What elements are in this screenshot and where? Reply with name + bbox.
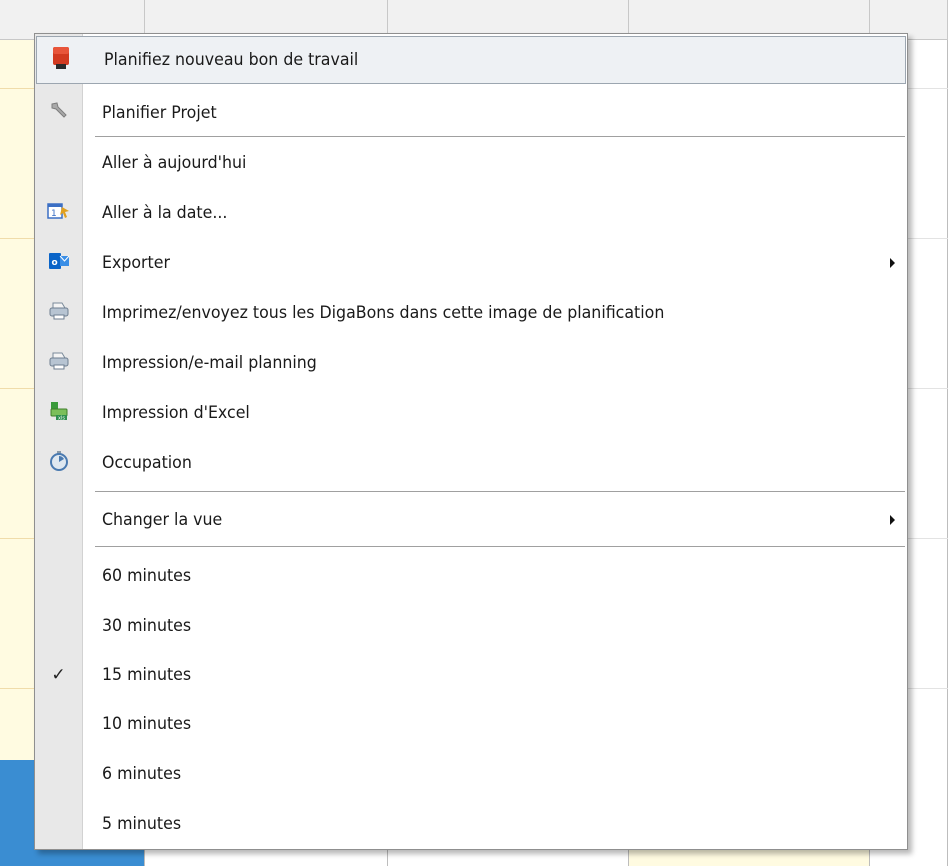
menu-item-print-all-digabons[interactable]: Imprimez/envoyez tous les DigaBons dans … bbox=[35, 289, 907, 337]
menu-item-interval-15[interactable]: ✓ 15 minutes bbox=[35, 651, 907, 699]
menu-item-print-email-planning[interactable]: Impression/e-mail planning bbox=[35, 339, 907, 387]
menu-item-label: Planifiez nouveau bon de travail bbox=[104, 50, 359, 70]
menu-item-label: 15 minutes bbox=[102, 665, 192, 685]
menu-item-excel-print[interactable]: xls Impression d'Excel bbox=[35, 389, 907, 437]
menu-separator bbox=[95, 546, 905, 547]
menu-item-interval-5[interactable]: 5 minutes bbox=[35, 800, 907, 848]
printer-icon bbox=[48, 351, 70, 375]
menu-item-label: Imprimez/envoyez tous les DigaBons dans … bbox=[102, 303, 665, 323]
menu-item-change-view[interactable]: Changer la vue bbox=[35, 496, 907, 544]
svg-text:1: 1 bbox=[51, 209, 57, 219]
stopwatch-icon bbox=[48, 450, 70, 476]
menu-item-label: 10 minutes bbox=[102, 714, 192, 734]
calendar-goto-icon: 1 bbox=[46, 201, 71, 225]
menu-item-occupation[interactable]: Occupation bbox=[35, 439, 907, 487]
menu-item-interval-30[interactable]: 30 minutes bbox=[35, 602, 907, 650]
menu-item-label: 60 minutes bbox=[102, 566, 192, 586]
menu-item-label: Planifier Projet bbox=[102, 103, 217, 123]
menu-item-label: Aller à aujourd'hui bbox=[102, 153, 247, 173]
menu-item-go-today[interactable]: Aller à aujourd'hui bbox=[35, 139, 907, 187]
menu-separator bbox=[95, 136, 905, 137]
checkmark-icon: ✓ bbox=[51, 664, 66, 685]
menu-item-label: 30 minutes bbox=[102, 616, 192, 636]
menu-item-label: Exporter bbox=[102, 253, 170, 273]
excel-print-icon: xls bbox=[48, 400, 70, 426]
menu-item-export[interactable]: o Exporter bbox=[35, 239, 907, 287]
menu-separator bbox=[95, 491, 905, 492]
menu-item-label: 5 minutes bbox=[102, 814, 182, 834]
submenu-arrow-icon bbox=[890, 515, 895, 525]
context-menu: Planifiez nouveau bon de travail Planifi… bbox=[34, 33, 908, 850]
menu-item-interval-60[interactable]: 60 minutes bbox=[35, 552, 907, 600]
menu-item-go-to-date[interactable]: 1 Aller à la date... bbox=[35, 189, 907, 237]
printer-icon bbox=[48, 301, 70, 325]
menu-item-plan-project[interactable]: Planifier Projet bbox=[35, 89, 907, 137]
svg-text:xls: xls bbox=[58, 416, 65, 422]
menu-item-label: Occupation bbox=[102, 453, 192, 473]
workorder-icon bbox=[50, 46, 72, 74]
menu-item-label: Changer la vue bbox=[102, 510, 223, 530]
menu-item-label: Impression d'Excel bbox=[102, 403, 250, 423]
menu-item-new-work-order[interactable]: Planifiez nouveau bon de travail bbox=[36, 36, 906, 84]
wrench-icon bbox=[48, 100, 70, 126]
svg-text:o: o bbox=[51, 258, 57, 268]
outlook-icon: o bbox=[48, 251, 70, 275]
menu-item-interval-10[interactable]: 10 minutes bbox=[35, 700, 907, 748]
submenu-arrow-icon bbox=[890, 258, 895, 268]
menu-item-interval-6[interactable]: 6 minutes bbox=[35, 750, 907, 798]
menu-item-label: Impression/e-mail planning bbox=[102, 353, 317, 373]
menu-item-label: 6 minutes bbox=[102, 764, 182, 784]
menu-item-label: Aller à la date... bbox=[102, 203, 228, 223]
